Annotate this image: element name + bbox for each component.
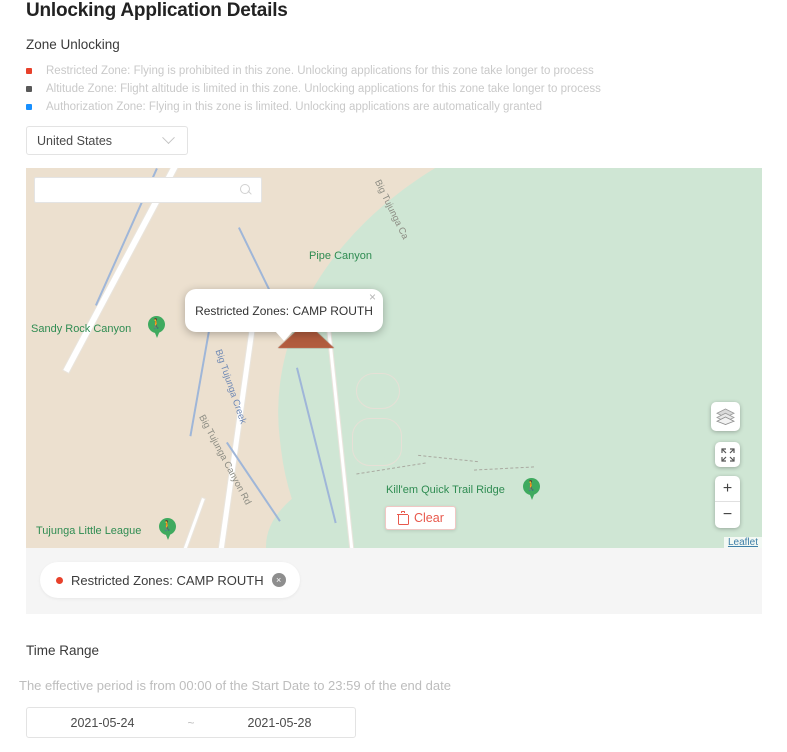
leaflet-attribution-link[interactable]: Leaflet — [723, 537, 762, 548]
page-title: Unlocking Application Details — [26, 0, 288, 21]
map-label-big-tujunga-canyon-rd: Big Tujunga Canyon Rd — [196, 413, 254, 507]
leaflet-map[interactable]: Pipe Canyon Sandy Rock Canyon Tujunga Li… — [26, 168, 762, 548]
map-panel: Pipe Canyon Sandy Rock Canyon Tujunga Li… — [26, 168, 762, 614]
close-icon[interactable]: × — [369, 291, 376, 303]
map-zoom-controls: + − — [715, 476, 740, 528]
legend-item-label: Restricted Zone: Flying is prohibited in… — [46, 65, 594, 77]
map-label-sandy-rock-canyon: Sandy Rock Canyon — [31, 323, 132, 335]
map-marker-pin[interactable]: 🚶 — [523, 478, 540, 501]
hiker-icon: 🚶 — [150, 319, 163, 330]
zone-popup-text: Restricted Zones: CAMP ROUTH — [195, 303, 373, 318]
time-range-hint: The effective period is from 00:00 of th… — [19, 678, 451, 693]
unlocking-application-details-page: Unlocking Application Details Zone Unloc… — [0, 0, 787, 752]
road-loop — [356, 373, 400, 409]
legend-item-restricted: Restricted Zone: Flying is prohibited in… — [26, 62, 726, 80]
road-loop — [352, 418, 402, 466]
selected-zone-chip: Restricted Zones: CAMP ROUTH × — [40, 562, 300, 598]
map-marker-pin[interactable]: 🚶 — [148, 316, 165, 339]
zone-popup: Restricted Zones: CAMP ROUTH × — [185, 289, 383, 341]
altitude-zone-color-dot — [26, 86, 32, 92]
date-range-picker[interactable]: 2021-05-24 ~ 2021-05-28 — [26, 707, 356, 738]
zone-legend: Restricted Zone: Flying is prohibited in… — [26, 62, 726, 116]
clear-button[interactable]: Clear — [385, 506, 456, 530]
map-label-tujunga-little-league: Tujunga Little League — [36, 525, 142, 537]
legend-item-label: Authorization Zone: Flying in this zone … — [46, 101, 543, 113]
start-date-field[interactable]: 2021-05-24 — [27, 716, 178, 730]
date-range-separator: ~ — [187, 715, 195, 730]
road-line — [181, 498, 205, 548]
clear-button-label: Clear — [414, 511, 444, 525]
map-search-box[interactable] — [34, 177, 262, 203]
country-select[interactable]: United States — [26, 126, 188, 155]
map-fullscreen-button[interactable] — [715, 442, 740, 467]
zone-unlocking-label: Zone Unlocking — [26, 37, 120, 52]
map-layers-button[interactable] — [711, 402, 740, 431]
hiker-icon: 🚶 — [525, 481, 538, 492]
authorization-zone-color-dot — [26, 104, 32, 110]
zoom-in-button[interactable]: + — [715, 476, 740, 502]
time-range-label: Time Range — [26, 643, 100, 658]
fullscreen-expand-icon — [720, 447, 735, 462]
chevron-down-icon — [162, 131, 175, 145]
map-label-pipe-canyon: Pipe Canyon — [309, 250, 372, 262]
legend-item-altitude: Altitude Zone: Flight altitude is limite… — [26, 80, 726, 98]
trash-icon — [397, 511, 409, 525]
selected-zone-label: Restricted Zones: CAMP ROUTH — [71, 572, 264, 588]
selected-zones-area: Restricted Zones: CAMP ROUTH × — [26, 548, 762, 614]
legend-item-authorization: Authorization Zone: Flying in this zone … — [26, 98, 726, 116]
map-marker-pin[interactable]: 🚶 — [159, 518, 176, 541]
remove-zone-icon[interactable]: × — [271, 573, 286, 587]
popup-tip — [275, 331, 293, 341]
legend-item-label: Altitude Zone: Flight altitude is limite… — [46, 83, 601, 95]
zone-color-dot — [56, 576, 63, 584]
search-icon[interactable] — [240, 183, 253, 197]
map-label-killem-quick-trail-ridge: Kill'em Quick Trail Ridge — [386, 484, 505, 496]
country-select-value: United States — [37, 133, 113, 148]
hiker-icon: 🚶 — [161, 521, 174, 532]
end-date-field[interactable]: 2021-05-28 — [204, 716, 355, 730]
zoom-out-button[interactable]: − — [715, 502, 740, 528]
layers-icon — [716, 408, 735, 425]
search-input[interactable] — [43, 182, 240, 198]
restricted-zone-color-dot — [26, 68, 32, 74]
